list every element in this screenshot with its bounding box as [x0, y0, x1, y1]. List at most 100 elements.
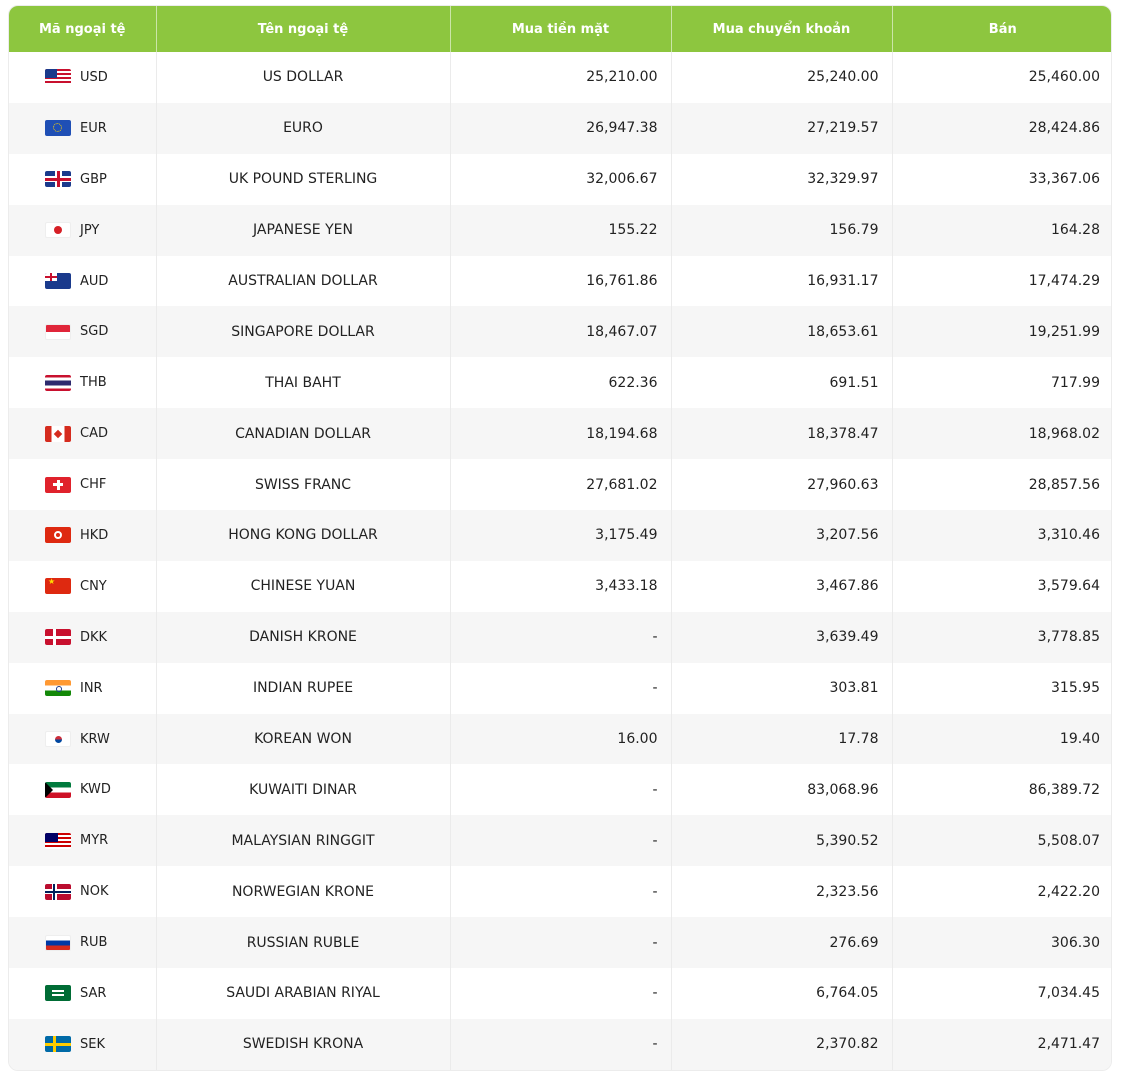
table-row: HKD HONG KONG DOLLAR 3,175.49 3,207.56 3,310… — [9, 510, 1111, 561]
currency-name: KUWAITI DINAR — [156, 764, 451, 816]
currency-code-cell: USD — [9, 52, 157, 103]
sell-rate: 2,471.47 — [1037, 1036, 1100, 1053]
currency-name: JAPANESE YEN — [156, 204, 451, 256]
currency-code: JPY — [80, 222, 100, 238]
exchange-rate-table: Mã ngoại tệ Tên ngoại tệ Mua tiền mặt Mu… — [9, 6, 1111, 1070]
currency-code: HKD — [80, 527, 109, 543]
currency-code-cell: AUD — [9, 255, 157, 307]
sell-rate: 28,424.86 — [1028, 120, 1100, 137]
hongkong-flag-icon — [45, 527, 71, 544]
transfer-buy-rate: 5,390.52 — [671, 815, 893, 867]
cash-buy-rate: 18,194.68 — [450, 408, 672, 460]
currency-code: EUR — [80, 120, 107, 136]
table-row: DKK DANISH KRONE -3,639.49 3,778.85 — [9, 611, 1111, 663]
currency-name: SINGAPORE DOLLAR — [156, 306, 451, 358]
currency-code: NOK — [80, 884, 109, 900]
currency-name: HONG KONG DOLLAR — [156, 510, 451, 561]
table-row: NOK NORWEGIAN KRONE -2,323.56 2,422.20 — [9, 866, 1111, 918]
currency-code: RUB — [80, 935, 108, 951]
currency-code: DKK — [80, 629, 108, 645]
sell-rate: 17,474.29 — [1028, 273, 1100, 289]
currency-name: SWEDISH KRONA — [156, 1018, 451, 1070]
transfer-buy-rate: 3,467.86 — [671, 560, 893, 612]
cash-buy-rate: 18,467.07 — [450, 306, 672, 358]
currency-name: CHINESE YUAN — [156, 560, 451, 612]
transfer-buy-rate: 17.78 — [671, 713, 893, 765]
table-row: MYR MALAYSIAN RINGGIT -5,390.52 5,508.07 — [9, 815, 1111, 867]
currency-code-cell: MYR — [9, 815, 157, 867]
sell-rate: 3,579.64 — [1037, 578, 1100, 595]
cash-buy-rate: - — [450, 815, 672, 867]
cash-buy-rate: 27,681.02 — [450, 459, 672, 511]
currency-code: SAR — [80, 985, 107, 1001]
china-flag-icon — [45, 578, 71, 595]
header-cash-buy: Mua tiền mặt — [450, 6, 672, 52]
sell-rate: 3,778.85 — [1037, 629, 1100, 646]
currency-name: INDIAN RUPEE — [156, 662, 451, 714]
table-header: Mã ngoại tệ Tên ngoại tệ Mua tiền mặt Mu… — [9, 6, 1111, 52]
currency-name: EURO — [156, 102, 451, 154]
india-flag-icon — [45, 680, 71, 697]
table-row: CAD CANADIAN DOLLAR 18,194.68 18,378.47 18,9… — [9, 408, 1111, 460]
cash-buy-rate: 622.36 — [450, 357, 672, 409]
transfer-buy-rate: 16,931.17 — [671, 255, 893, 307]
cash-buy-rate: - — [450, 866, 672, 918]
currency-name: RUSSIAN RUBLE — [156, 917, 451, 969]
switzerland-flag-icon — [45, 476, 71, 493]
currency-code-cell: CAD — [9, 408, 157, 460]
kuwait-flag-icon — [45, 781, 71, 798]
header-row: Mã ngoại tệ Tên ngoại tệ Mua tiền mặt Mu… — [9, 6, 1111, 52]
sell-rate: 28,857.56 — [1028, 476, 1100, 493]
transfer-buy-rate: 27,960.63 — [671, 459, 893, 511]
currency-code: CHF — [80, 477, 107, 493]
currency-code-cell: RUB — [9, 917, 157, 969]
korea-flag-icon — [45, 731, 71, 748]
currency-name: AUSTRALIAN DOLLAR — [156, 255, 451, 307]
currency-code-cell: CNY — [9, 560, 157, 612]
currency-code: THB — [80, 375, 107, 391]
cash-buy-rate: 16.00 — [450, 713, 672, 765]
table-row: AUD AUSTRALIAN DOLLAR 16,761.86 16,931.17 17… — [9, 255, 1111, 307]
table-row: RUB RUSSIAN RUBLE -276.69 306.30 — [9, 917, 1111, 969]
cash-buy-rate: - — [450, 611, 672, 663]
currency-code-cell: THB — [9, 357, 157, 409]
thailand-flag-icon — [45, 374, 71, 391]
exchange-rate-table-container: Mã ngoại tệ Tên ngoại tệ Mua tiền mặt Mu… — [8, 5, 1112, 1071]
uk-flag-icon — [45, 171, 71, 188]
currency-name: KOREAN WON — [156, 713, 451, 765]
cash-buy-rate: - — [450, 968, 672, 1019]
header-transfer-buy: Mua chuyển khoản — [671, 6, 893, 52]
currency-name: DANISH KRONE — [156, 611, 451, 663]
russia-flag-icon — [45, 934, 71, 951]
sell-rate: 2,422.20 — [1037, 883, 1100, 900]
sweden-flag-icon — [45, 1036, 71, 1053]
cash-buy-rate: 32,006.67 — [450, 153, 672, 205]
malaysia-flag-icon — [45, 832, 71, 849]
currency-code-cell: HKD — [9, 510, 157, 561]
cash-buy-rate: 3,175.49 — [450, 510, 672, 561]
cash-buy-rate: 3,433.18 — [450, 560, 672, 612]
sell-rate: 19,251.99 — [1028, 323, 1100, 340]
currency-code-cell: KRW — [9, 713, 157, 765]
currency-code: USD — [80, 69, 108, 85]
sell-rate: 7,034.45 — [1037, 985, 1100, 1002]
currency-code-cell: NOK — [9, 866, 157, 918]
transfer-buy-rate: 18,378.47 — [671, 408, 893, 460]
us-flag-icon — [45, 69, 71, 86]
table-body: USD US DOLLAR 25,210.00 25,240.00 25,460.00 E… — [9, 52, 1111, 1070]
currency-name: CANADIAN DOLLAR — [156, 408, 451, 460]
denmark-flag-icon — [45, 629, 71, 646]
currency-code: INR — [80, 680, 103, 696]
table-row: CNY CHINESE YUAN3,433.183,467.86 3,579.64 — [9, 560, 1111, 612]
sell-rate: 3,310.46 — [1037, 527, 1100, 544]
sell-rate: 717.99 — [1051, 374, 1100, 391]
transfer-buy-rate: 6,764.05 — [671, 968, 893, 1019]
header-currency-name: Tên ngoại tệ — [156, 6, 451, 52]
norway-flag-icon — [45, 883, 71, 900]
eu-flag-icon — [45, 120, 71, 137]
header-currency-code: Mã ngoại tệ — [9, 6, 157, 52]
sell-rate: 86,389.72 — [1028, 781, 1100, 798]
currency-code: GBP — [80, 171, 107, 187]
table-row: JPY JAPANESE YEN 155.22 156.79 164.28 — [9, 204, 1111, 256]
transfer-buy-rate: 27,219.57 — [671, 102, 893, 154]
